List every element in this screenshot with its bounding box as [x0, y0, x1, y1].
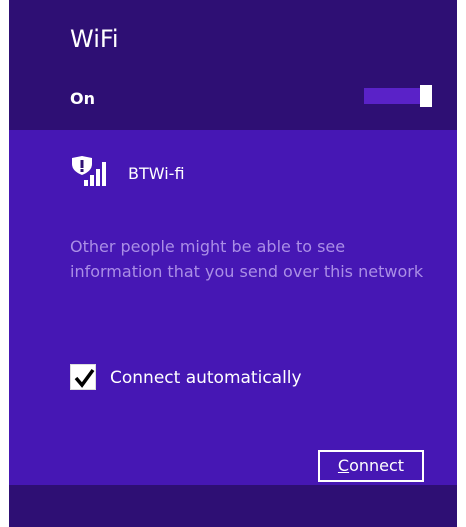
security-warning: Other people might be able to see inform…	[70, 237, 424, 281]
network-item: BTWi-fi Other people might be able to se…	[9, 130, 457, 485]
wifi-header: WiFi On	[9, 0, 457, 130]
wifi-panel: WiFi On BTWi-fi Other people might be ab…	[9, 0, 457, 527]
wifi-signal-shield-icon	[70, 156, 110, 186]
connect-button-accesskey: C	[337, 456, 350, 475]
toggle-track	[364, 88, 420, 104]
wifi-toggle[interactable]	[364, 85, 434, 107]
connect-button-label: onnect	[349, 456, 405, 475]
toggle-thumb[interactable]	[420, 85, 432, 107]
checkmark-icon	[74, 368, 95, 388]
network-name: BTWi-fi	[128, 164, 185, 183]
connect-automatically-label: Connect automatically	[110, 368, 302, 388]
connect-automatically-checkbox[interactable]	[70, 364, 96, 390]
panel-title: WiFi	[70, 25, 119, 53]
connect-button[interactable]: Connect	[318, 450, 424, 482]
wifi-status-label: On	[70, 89, 95, 108]
